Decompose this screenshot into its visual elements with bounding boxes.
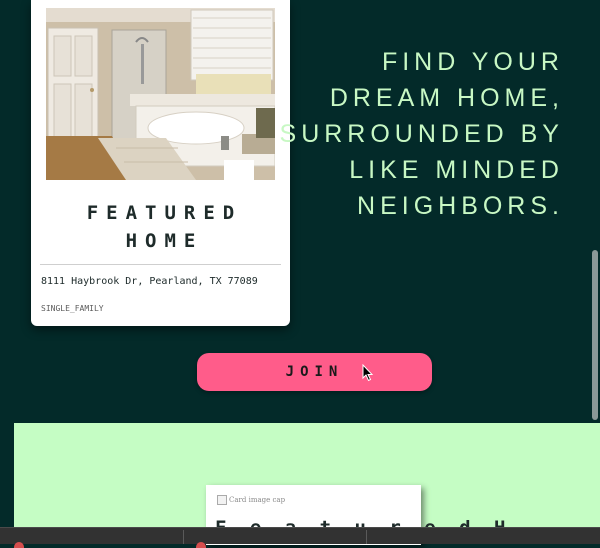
broken-image-icon (217, 495, 227, 505)
card-title: FEATURED HOME (86, 202, 243, 252)
card-image: Card image cap (217, 495, 285, 505)
mouse-cursor-icon (362, 363, 374, 386)
taskbar-separator (366, 530, 367, 544)
hero-headline: FIND YOUR DREAM HOME, SURROUNDED BY LIKE… (279, 48, 564, 220)
scrollbar[interactable] (592, 250, 598, 420)
featured-home-card: FEATURED HOME 8111 Haybrook Dr, Pearland… (31, 0, 290, 326)
bathroom-photo (46, 8, 275, 180)
join-button[interactable]: JOIN (197, 353, 432, 391)
taskbar (0, 527, 600, 548)
property-type: SINGLE_FAMILY (41, 304, 104, 313)
card-image-alt: Card image cap (229, 496, 286, 504)
featured-section: Card image cap F e a t u r e d H (14, 423, 600, 545)
card-divider (40, 264, 281, 265)
property-address: 8111 Haybrook Dr, Pearland, TX 77089 (41, 276, 258, 287)
taskbar-separator (183, 530, 184, 544)
